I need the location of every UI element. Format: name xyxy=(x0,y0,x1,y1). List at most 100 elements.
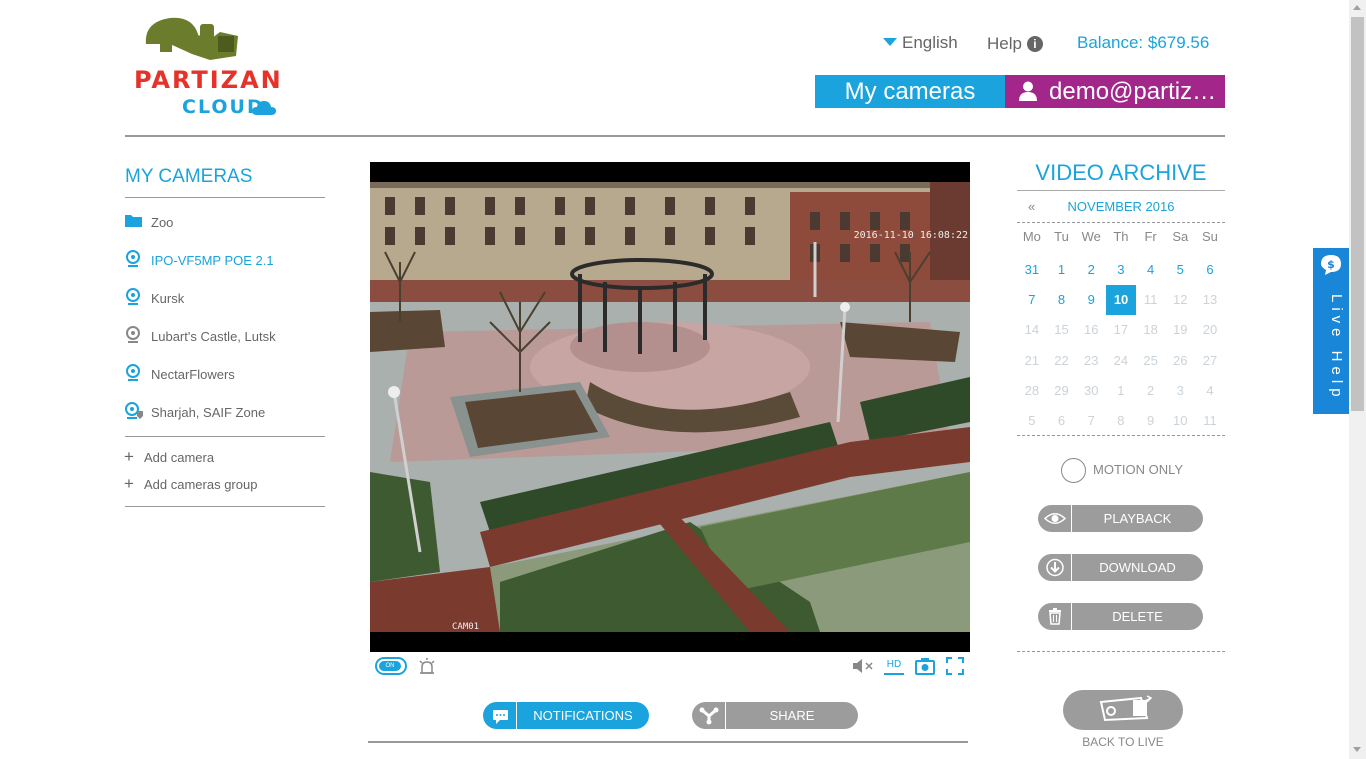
delete-label: DELETE xyxy=(1112,609,1163,624)
calendar-week: 21 22 23 24 25 26 27 xyxy=(1017,349,1225,379)
page-scrollbar[interactable] xyxy=(1349,0,1366,759)
calendar-day: 28 xyxy=(1024,382,1040,398)
calendar-month: NOVEMBER 2016 xyxy=(1067,199,1175,214)
calendar-grid: Mo Tu We Th Fr Sa Su 31 1 2 3 4 5 6 7 8 … xyxy=(1017,229,1225,439)
add-cameras-group-link[interactable]: + Add cameras group xyxy=(124,474,257,494)
add-group-label: Add cameras group xyxy=(144,477,258,492)
calendar-day: 3 xyxy=(1176,382,1184,398)
camera-label: Lubart's Castle, Lutsk xyxy=(151,329,276,344)
back-to-live-label: BACK TO LIVE xyxy=(1082,735,1164,749)
calendar-divider xyxy=(1017,222,1225,223)
webcam-shared-icon xyxy=(125,402,143,419)
download-button[interactable]: DOWNLOAD xyxy=(1038,554,1203,581)
calendar-day: 26 xyxy=(1173,352,1188,368)
hd-quality-button[interactable]: HD xyxy=(884,657,904,675)
fullscreen-icon[interactable] xyxy=(946,657,964,675)
live-help-tab[interactable]: $ Live Help xyxy=(1313,248,1349,414)
calendar-day[interactable]: 2 xyxy=(1076,258,1106,288)
partizan-cloud-logo[interactable]: PARTIZAN CLOUD xyxy=(132,14,282,120)
calendar-day[interactable]: 3 xyxy=(1106,258,1136,288)
folder-icon xyxy=(125,215,142,227)
add-camera-link[interactable]: + Add camera xyxy=(124,447,214,467)
calendar-day: 25 xyxy=(1143,352,1158,368)
add-camera-label: Add camera xyxy=(144,450,215,465)
selected-day-label: 10 xyxy=(1106,285,1137,316)
calendar-day: 23 xyxy=(1083,352,1099,368)
share-label: SHARE xyxy=(769,708,815,723)
playback-button[interactable]: PLAYBACK xyxy=(1038,505,1203,532)
weekday-header: Mo Tu We Th Fr Sa Su xyxy=(1017,229,1225,251)
my-cameras-button[interactable]: My cameras xyxy=(815,75,1005,108)
calendar-day: 4 xyxy=(1206,382,1214,398)
sidebar-divider xyxy=(125,436,325,437)
scrollbar-thumb[interactable] xyxy=(1351,17,1364,411)
svg-text:$: $ xyxy=(1327,258,1335,271)
calendar-day: 17 xyxy=(1113,322,1129,338)
caret-down-icon xyxy=(883,38,897,46)
alarm-icon[interactable] xyxy=(418,657,436,675)
scroll-up-arrow-icon[interactable] xyxy=(1353,5,1361,10)
camera-feed-image xyxy=(370,182,970,632)
calendar-day-selected[interactable]: 10 xyxy=(1106,285,1137,318)
notifications-button[interactable]: NOTIFICATIONS xyxy=(483,702,649,729)
delete-button[interactable]: DELETE xyxy=(1038,603,1203,630)
scroll-down-arrow-icon[interactable] xyxy=(1353,747,1361,752)
calendar-day[interactable]: 4 xyxy=(1136,258,1166,288)
my-cameras-title: MY CAMERAS xyxy=(125,166,253,187)
video-player[interactable]: 2016-11-10 16:08:22 CAM01 xyxy=(370,162,970,652)
weekday-label: Sa xyxy=(1172,229,1189,244)
calendar-day: 20 xyxy=(1202,322,1218,338)
calendar-day: 11 xyxy=(1143,292,1158,308)
info-icon: i xyxy=(1026,36,1043,52)
share-button[interactable]: SHARE xyxy=(692,702,858,729)
calendar-day[interactable]: 8 xyxy=(1047,288,1077,318)
weekday-label: Th xyxy=(1113,229,1129,244)
weekday-label: Su xyxy=(1202,229,1218,244)
mute-icon[interactable] xyxy=(852,657,874,675)
snapshot-camera-icon[interactable] xyxy=(915,657,935,675)
language-selector[interactable]: English xyxy=(883,33,958,53)
user-menu-button[interactable]: demo@partiz… xyxy=(1005,75,1225,108)
calendar-day[interactable]: 6 xyxy=(1195,258,1225,288)
toggle-knob: ON xyxy=(379,661,401,671)
content-divider xyxy=(368,741,968,743)
calendar-day[interactable]: 7 xyxy=(1017,288,1047,318)
calendar-week: 31 1 2 3 4 5 6 xyxy=(1017,258,1225,288)
weekday-label: Fr xyxy=(1144,229,1157,244)
logo-mark-icon xyxy=(145,17,238,60)
calendar-day: 2 xyxy=(1146,382,1155,398)
video-archive-title: VIDEO ARCHIVE xyxy=(1035,160,1207,185)
back-to-live-button[interactable] xyxy=(1063,690,1183,730)
download-icon xyxy=(1038,554,1072,581)
webcam-icon xyxy=(126,250,140,267)
help-label: Help xyxy=(987,34,1022,53)
balance-display[interactable]: Balance: $679.56 xyxy=(1077,33,1209,53)
calendar-day: 24 xyxy=(1113,352,1129,368)
weekday-label: Mo xyxy=(1022,229,1041,244)
webcam-icon xyxy=(126,288,140,305)
calendar-day: 16 xyxy=(1083,322,1099,338)
motion-only-toggle[interactable]: MOTION ONLY xyxy=(1061,458,1183,483)
radio-circle-icon xyxy=(1061,458,1086,483)
logo-word-partizan: PARTIZAN xyxy=(134,66,283,94)
stream-on-toggle[interactable]: ON xyxy=(375,657,407,675)
playback-label: PLAYBACK xyxy=(1103,511,1172,526)
calendar-day[interactable]: 31 xyxy=(1017,258,1047,288)
calendar-day: 29 xyxy=(1054,382,1069,398)
camera-label: NectarFlowers xyxy=(151,367,235,382)
trash-icon xyxy=(1038,603,1072,630)
calendar-day: 1 xyxy=(1117,382,1125,398)
calendar-day: 12 xyxy=(1173,292,1188,308)
live-help-label: Live Help xyxy=(1328,294,1345,402)
camera-label: Sharjah, SAIF Zone xyxy=(151,405,266,420)
calendar-day[interactable]: 9 xyxy=(1076,288,1106,318)
help-link[interactable]: Help i xyxy=(987,34,1043,54)
header-divider xyxy=(125,135,1225,137)
webcam-icon xyxy=(126,364,140,381)
cloud-icon xyxy=(252,101,276,115)
calendar-day[interactable]: 1 xyxy=(1047,258,1077,288)
plus-icon: + xyxy=(124,447,134,466)
chat-bubble-dollar-icon: $ xyxy=(1321,255,1341,275)
calendar-day[interactable]: 5 xyxy=(1165,258,1195,288)
weekday-label: We xyxy=(1081,229,1101,244)
